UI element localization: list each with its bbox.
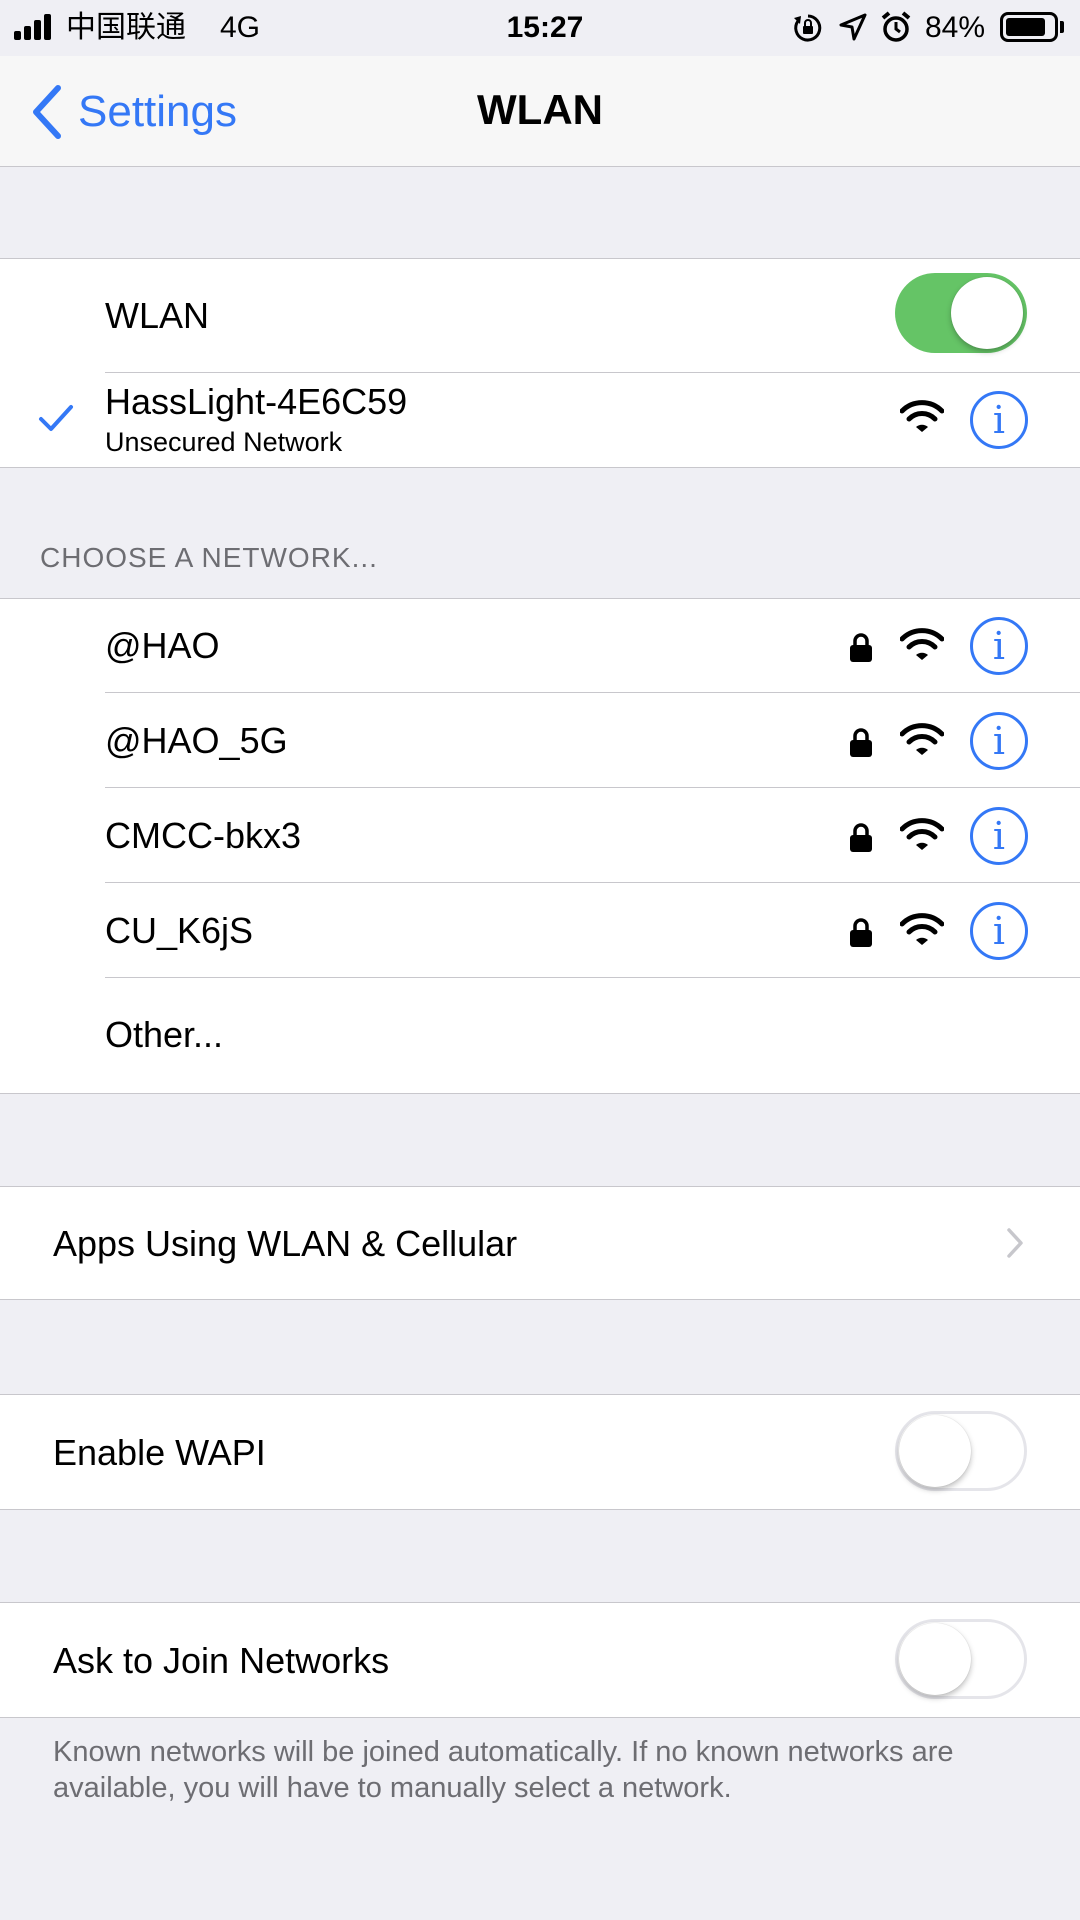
info-button[interactable]: i bbox=[970, 391, 1028, 449]
network-row[interactable]: CMCC-bkx3 i bbox=[0, 788, 1080, 883]
other-network-row[interactable]: Other... bbox=[0, 978, 1080, 1092]
section-header: CHOOSE A NETWORK... bbox=[40, 542, 378, 573]
network-name: CMCC-bkx3 bbox=[105, 815, 302, 856]
info-button[interactable]: i bbox=[970, 617, 1028, 675]
lock-icon bbox=[850, 823, 872, 852]
lock-icon bbox=[850, 918, 872, 947]
toggle-knob bbox=[951, 277, 1023, 349]
network-name: @HAO_5G bbox=[105, 720, 288, 761]
orientation-lock-icon bbox=[794, 14, 822, 42]
enable-wapi-row: Enable WAPI bbox=[0, 1394, 1080, 1510]
ask-to-join-row: Ask to Join Networks bbox=[0, 1602, 1080, 1718]
lock-icon bbox=[850, 728, 872, 757]
status-time: 15:27 bbox=[506, 11, 584, 44]
wifi-icon bbox=[900, 818, 944, 850]
connected-network-name: HassLight-4E6C59 bbox=[105, 381, 408, 422]
network-name: CU_K6jS bbox=[105, 910, 254, 951]
toggle-knob bbox=[899, 1415, 971, 1487]
connected-network-subtitle: Unsecured Network bbox=[105, 427, 343, 457]
status-bar: 中国联通 4G 15:27 84% bbox=[0, 0, 1080, 56]
battery-tip bbox=[1060, 21, 1064, 33]
toggle-knob bbox=[899, 1623, 971, 1695]
ask-to-join-label: Ask to Join Networks bbox=[53, 1640, 390, 1681]
alarm-icon bbox=[881, 11, 911, 42]
info-button[interactable]: i bbox=[970, 712, 1028, 770]
battery-icon bbox=[1000, 12, 1058, 42]
chevron-right-icon bbox=[1007, 1228, 1023, 1258]
battery-percent: 84% bbox=[925, 11, 986, 44]
ask-to-join-toggle[interactable] bbox=[895, 1619, 1027, 1699]
navigation-bar: Settings WLAN bbox=[0, 56, 1080, 167]
wlan-label: WLAN bbox=[105, 295, 210, 336]
lock-icon bbox=[850, 633, 872, 662]
enable-wapi-toggle[interactable] bbox=[895, 1411, 1027, 1491]
location-icon bbox=[839, 13, 867, 41]
battery-level bbox=[1006, 18, 1045, 36]
info-button[interactable]: i bbox=[970, 902, 1028, 960]
enable-wapi-label: Enable WAPI bbox=[53, 1432, 266, 1473]
apps-using-wlan-label: Apps Using WLAN & Cellular bbox=[53, 1223, 518, 1264]
wlan-group: WLAN HassLight-4E6C59 Unsecured Network … bbox=[0, 258, 1080, 468]
network-row[interactable]: @HAO_5G i bbox=[0, 693, 1080, 788]
wifi-icon bbox=[900, 913, 944, 945]
info-button[interactable]: i bbox=[970, 807, 1028, 865]
apps-using-wlan-row[interactable]: Apps Using WLAN & Cellular bbox=[0, 1186, 1080, 1300]
wifi-icon bbox=[900, 723, 944, 755]
network-name: @HAO bbox=[105, 625, 220, 666]
network-list: @HAO i @HAO_5G i CMCC-bkx3 i CU_K6jS i O… bbox=[0, 598, 1080, 1094]
network-row[interactable]: CU_K6jS i bbox=[0, 883, 1080, 978]
other-network-label: Other... bbox=[105, 1014, 224, 1055]
page-title: WLAN bbox=[477, 86, 603, 133]
wifi-icon bbox=[900, 628, 944, 660]
ask-to-join-footer: Known networks will be joined automatica… bbox=[53, 1736, 954, 1804]
network-row[interactable]: @HAO i bbox=[0, 599, 1080, 693]
wlan-toggle[interactable] bbox=[895, 273, 1027, 353]
checkmark-icon bbox=[39, 405, 73, 431]
connected-network-row[interactable]: HassLight-4E6C59 Unsecured Network i bbox=[0, 373, 1080, 467]
wifi-icon bbox=[900, 400, 944, 432]
